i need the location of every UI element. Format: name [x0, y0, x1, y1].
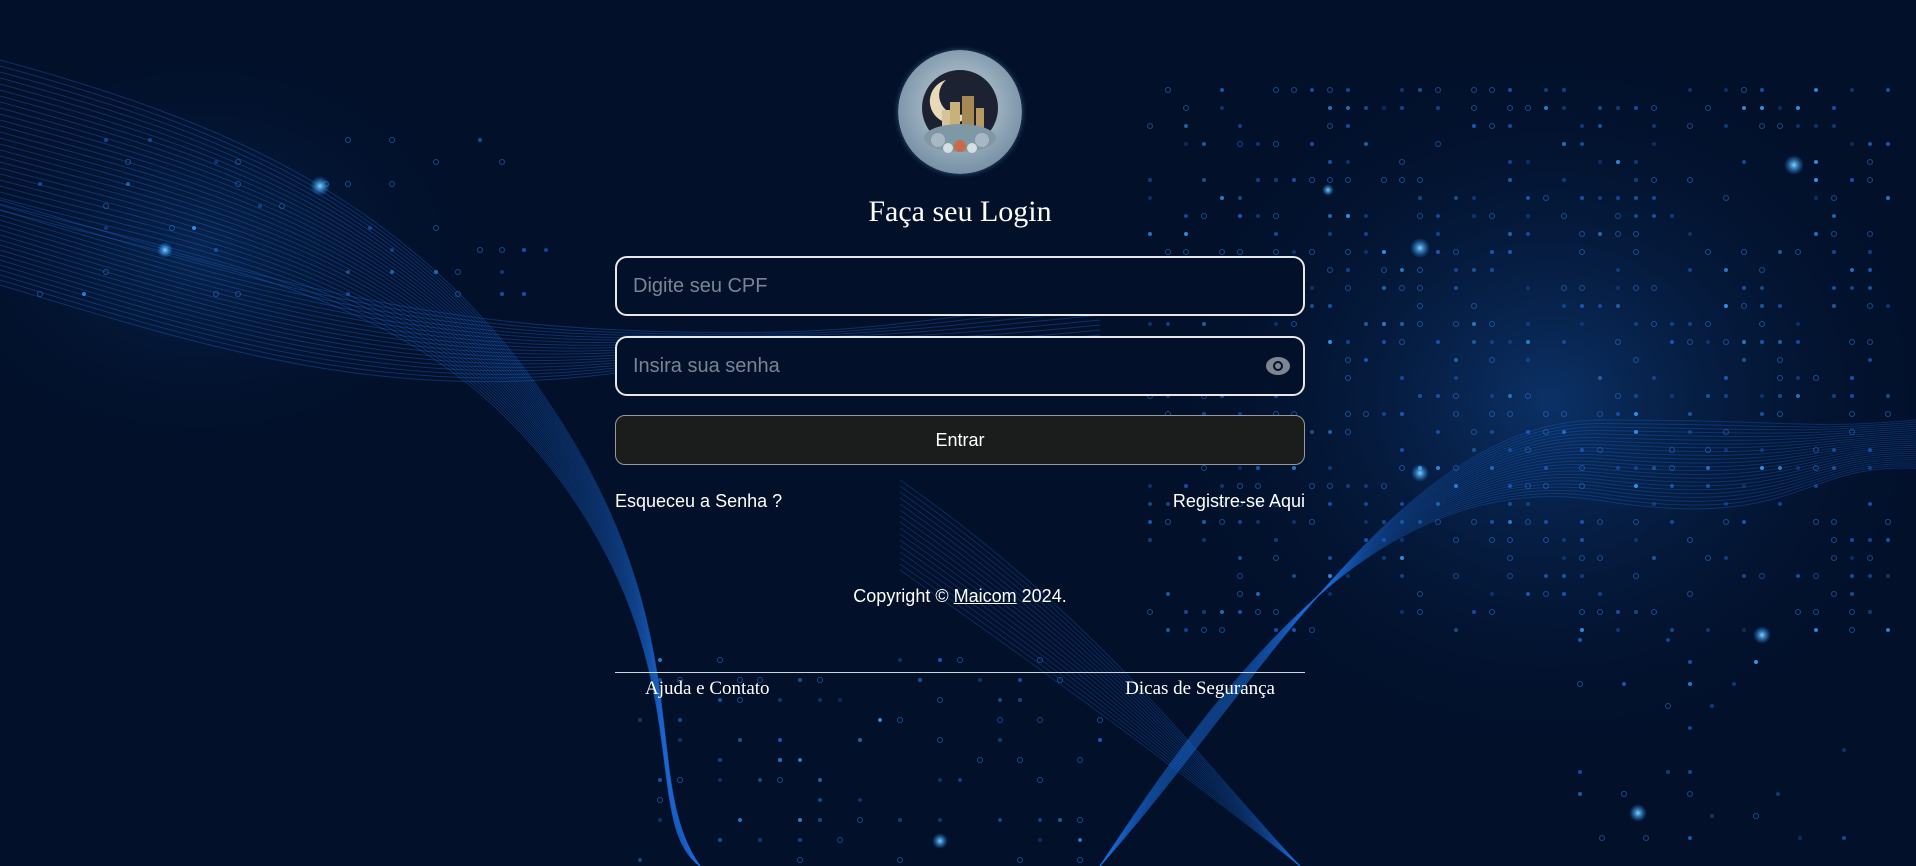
copyright-prefix: Copyright ©: [853, 586, 949, 606]
page-title: Faça seu Login: [868, 195, 1052, 228]
copyright: Copyright © Maicom 2024.: [615, 586, 1305, 607]
logo: [898, 50, 1022, 174]
password-input[interactable]: [617, 338, 1303, 394]
brand-link[interactable]: Maicom: [954, 586, 1017, 606]
footer-divider: [615, 672, 1305, 673]
eye-icon[interactable]: [1265, 354, 1291, 378]
register-link[interactable]: Registre-se Aqui: [1173, 491, 1305, 512]
cpf-input[interactable]: [617, 258, 1303, 314]
submit-button[interactable]: Entrar: [615, 415, 1305, 465]
help-contact-link[interactable]: Ajuda e Contato: [645, 678, 770, 700]
copyright-year: 2024.: [1021, 586, 1067, 606]
password-field[interactable]: [615, 336, 1305, 396]
cpf-field[interactable]: [615, 256, 1305, 316]
moon-city-emblem-icon: [898, 50, 1022, 174]
security-tips-link[interactable]: Dicas de Segurança: [1125, 678, 1275, 700]
forgot-password-link[interactable]: Esqueceu a Senha ?: [615, 491, 782, 512]
